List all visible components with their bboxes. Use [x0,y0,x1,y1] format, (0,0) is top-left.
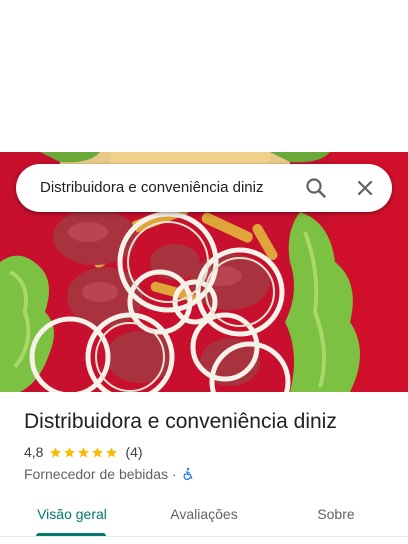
map-area-blank [0,0,408,152]
separator: · [172,466,177,482]
place-title: Distribuidora e conveniência diniz [24,410,337,433]
search-icon[interactable] [304,176,328,200]
star-icon [50,446,62,457]
place-tabs: Visão geral Avaliações Sobre [0,496,408,544]
close-icon[interactable] [353,176,377,200]
tab-about[interactable]: Sobre [286,496,386,536]
place-category: Fornecedor de bebidas [24,466,168,482]
star-rating [49,446,119,459]
tab-reviews[interactable]: Avaliações [154,496,254,536]
star-icon [78,446,90,457]
tab-overview[interactable]: Visão geral [22,496,122,536]
review-count[interactable]: (4) [125,444,142,460]
wheelchair-icon [183,467,193,480]
rating-value: 4,8 [24,444,44,460]
search-input[interactable]: Distribuidora e conveniência diniz [40,179,300,196]
star-icon [64,446,76,457]
search-bar[interactable]: Distribuidora e conveniência diniz [16,164,392,212]
tabs-divider [0,536,408,537]
star-icon [92,446,104,457]
rating-row[interactable]: 4,8 (4) [24,443,143,461]
star-icon [106,446,118,457]
category-row: Fornecedor de bebidas · [24,465,195,483]
